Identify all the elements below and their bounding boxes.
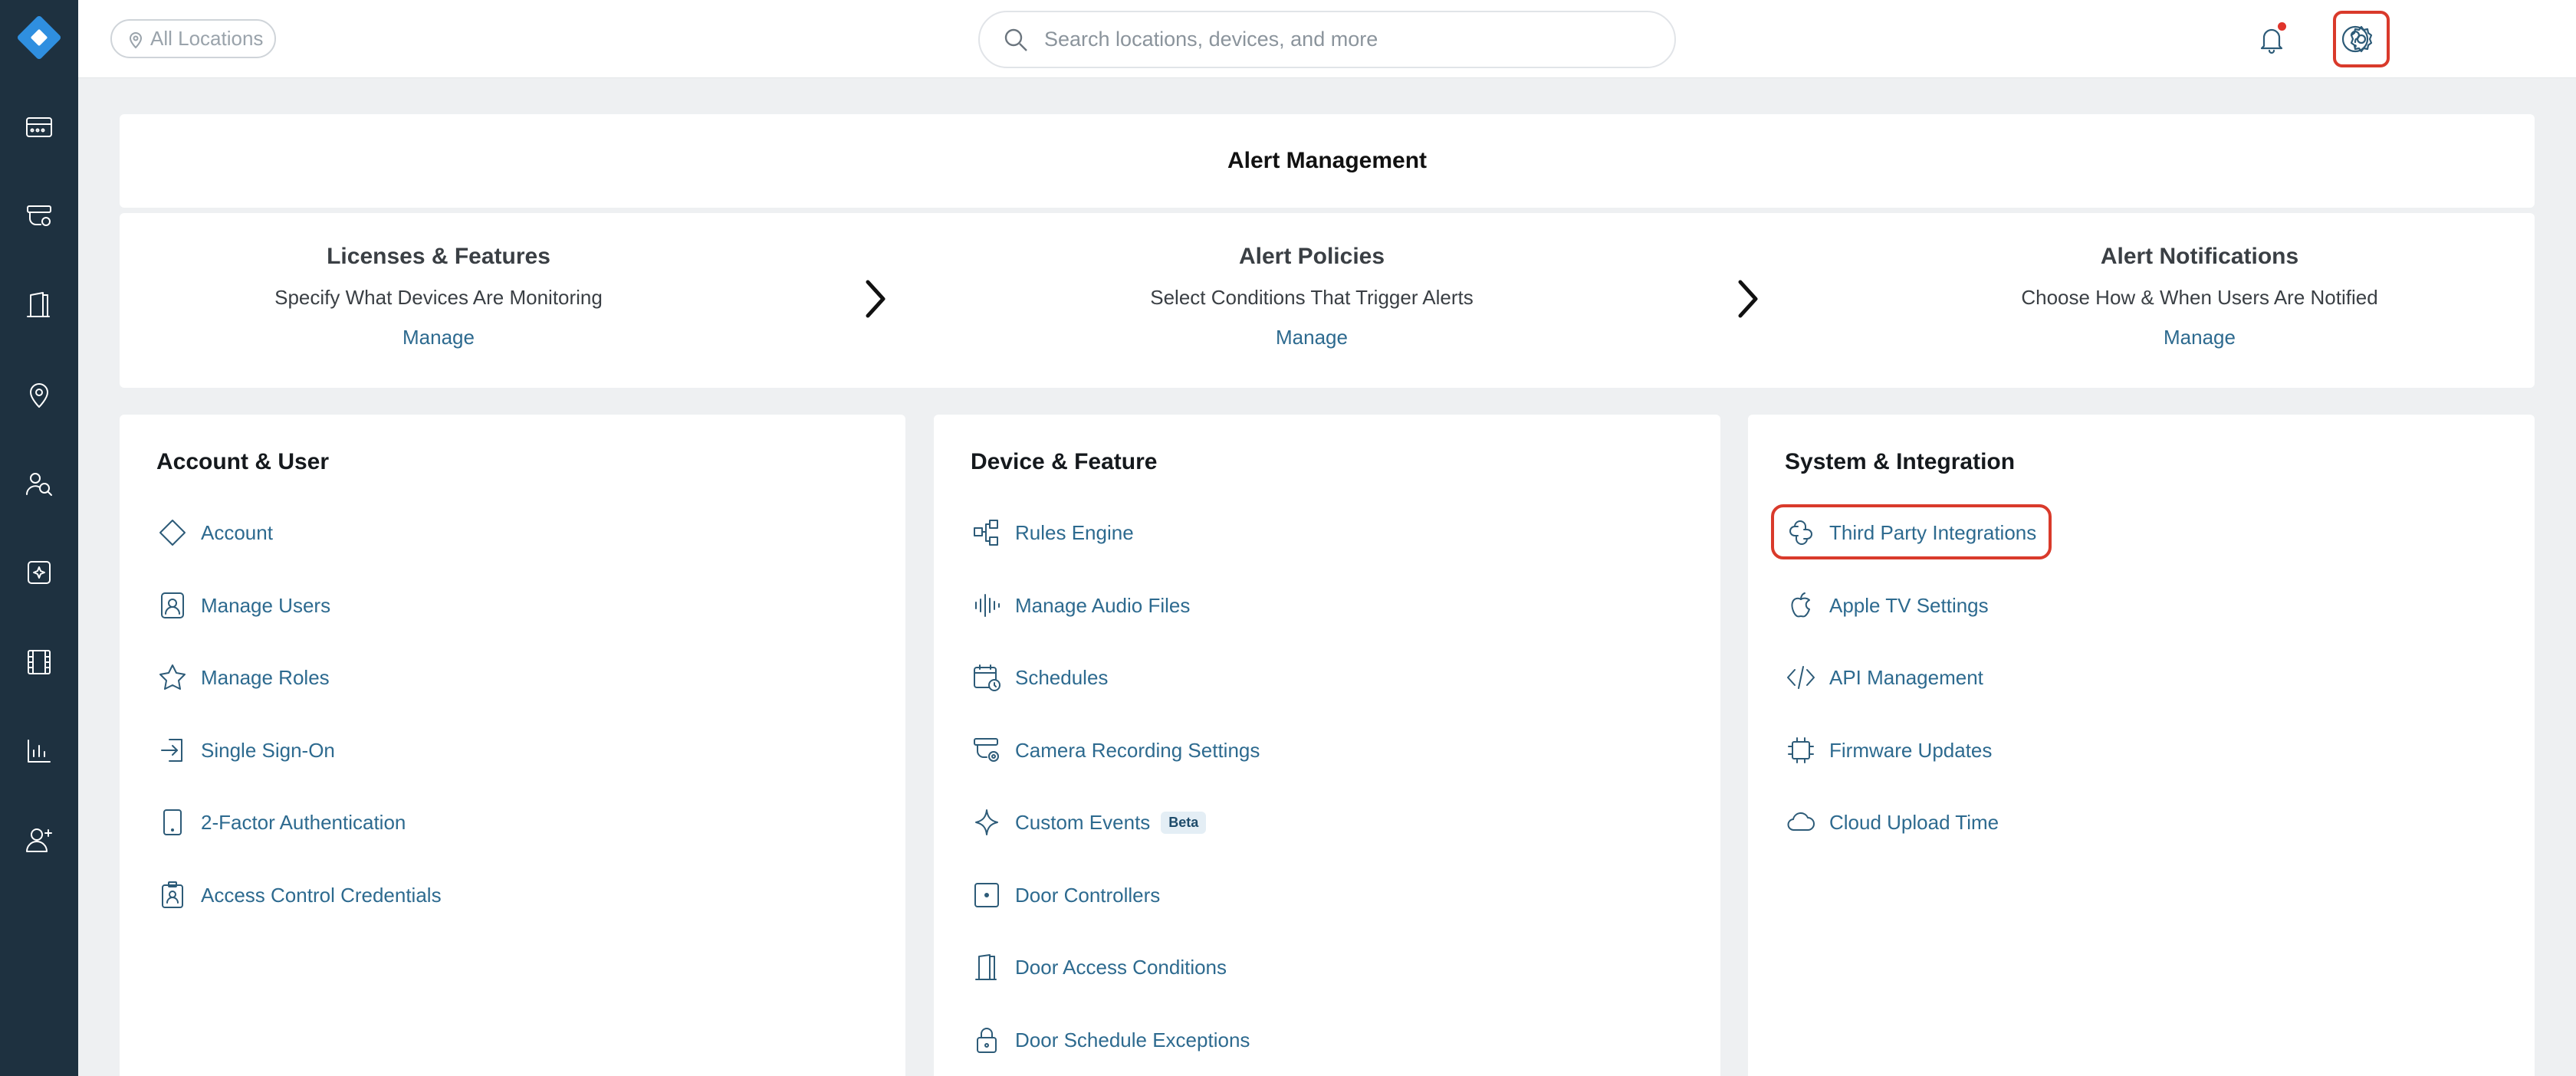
notifications-button[interactable]	[2252, 20, 2291, 58]
access-credentials-link[interactable]: Access Control Credentials	[156, 876, 442, 914]
custom-events-link[interactable]: Custom Events Beta	[971, 803, 1207, 841]
link-label: Door Access Conditions	[1015, 955, 1227, 979]
manage-users-link[interactable]: Manage Users	[156, 586, 330, 625]
sparkle-icon	[971, 806, 1003, 838]
alert-management-title: Alert Management	[120, 114, 2535, 208]
audio-wave-icon	[971, 589, 1003, 622]
badge-icon	[156, 879, 189, 911]
step-licenses: Licenses & Features Specify What Devices…	[170, 244, 707, 349]
link-label: Cloud Upload Time	[1829, 810, 1999, 834]
door-controllers-link[interactable]: Door Controllers	[971, 876, 1160, 914]
alert-management-steps: Licenses & Features Specify What Devices…	[120, 213, 2535, 388]
link-label: Rules Engine	[1015, 520, 1134, 544]
step-policies: Alert Policies Select Conditions That Tr…	[1043, 244, 1580, 349]
sidebar	[0, 0, 78, 1076]
link-label: Access Control Credentials	[201, 883, 442, 907]
settings-highlight	[2333, 11, 2390, 67]
search-icon	[1004, 28, 1027, 51]
camera-recording-link[interactable]: Camera Recording Settings	[971, 731, 1260, 769]
step-title: Alert Policies	[1238, 244, 1385, 269]
star-icon	[156, 661, 189, 694]
location-filter-label: All Locations	[150, 27, 264, 50]
third-party-highlight	[1771, 504, 2052, 559]
door-icon	[971, 951, 1003, 983]
apple-icon	[1785, 589, 1817, 622]
location-pin-icon	[129, 31, 143, 48]
step-title: Licenses & Features	[327, 244, 550, 269]
link-label: Single Sign-On	[201, 738, 335, 762]
firmware-updates-link[interactable]: Firmware Updates	[1785, 731, 1992, 769]
account-user-card: Account & User Account Manage Users Mana…	[120, 415, 905, 1076]
door-icon[interactable]	[21, 287, 58, 323]
door-access-conditions-link[interactable]: Door Access Conditions	[971, 948, 1227, 986]
card-title: Account & User	[156, 449, 330, 474]
single-sign-on-link[interactable]: Single Sign-On	[156, 731, 335, 769]
analytics-icon[interactable]	[21, 733, 58, 769]
camera-icon[interactable]	[21, 198, 58, 235]
app-logo[interactable]	[15, 13, 64, 62]
cloud-upload-time-link[interactable]: Cloud Upload Time	[1785, 803, 1999, 841]
location-filter[interactable]: All Locations	[110, 19, 276, 58]
manage-roles-link[interactable]: Manage Roles	[156, 658, 330, 697]
lock-icon	[971, 1024, 1003, 1056]
door-schedule-exceptions-link[interactable]: Door Schedule Exceptions	[971, 1021, 1250, 1059]
audio-files-link[interactable]: Manage Audio Files	[971, 586, 1190, 625]
access-control-icon[interactable]	[21, 554, 58, 591]
link-label: Apple TV Settings	[1829, 593, 1989, 617]
search-input[interactable]: Search locations, devices, and more	[978, 11, 1676, 68]
add-user-icon[interactable]	[21, 822, 58, 858]
beta-badge: Beta	[1161, 811, 1207, 834]
card-title: System & Integration	[1785, 449, 2016, 474]
link-label: API Management	[1829, 665, 1983, 689]
sign-in-icon	[156, 734, 189, 766]
user-card-icon	[156, 589, 189, 622]
cloud-icon	[1785, 806, 1817, 838]
step-description: Select Conditions That Trigger Alerts	[1150, 286, 1474, 309]
account-link[interactable]: Account	[156, 513, 273, 552]
manage-policies-link[interactable]: Manage	[1276, 326, 1348, 349]
api-management-link[interactable]: API Management	[1785, 658, 1983, 697]
link-label: Custom Events	[1015, 810, 1151, 834]
link-label: Manage Users	[201, 593, 331, 617]
chevron-right-icon	[860, 276, 891, 322]
phone-icon	[156, 806, 189, 838]
link-label: Schedules	[1015, 665, 1109, 689]
two-factor-link[interactable]: 2-Factor Authentication	[156, 803, 406, 841]
people-search-icon[interactable]	[21, 465, 58, 502]
schedules-link[interactable]: Schedules	[971, 658, 1108, 697]
link-label: Manage Roles	[201, 665, 330, 689]
device-feature-card: Device & Feature Rules Engine Manage Aud…	[934, 415, 1720, 1076]
notification-dot	[2278, 22, 2286, 31]
manage-notifications-link[interactable]: Manage	[2164, 326, 2236, 349]
rules-icon	[971, 517, 1003, 549]
calendar-clock-icon	[971, 661, 1003, 694]
top-bar: All Locations Search locations, devices,…	[78, 0, 2576, 78]
link-label: Camera Recording Settings	[1015, 738, 1260, 762]
chevron-right-icon	[1733, 276, 1763, 322]
rules-engine-link[interactable]: Rules Engine	[971, 513, 1134, 552]
card-title: Device & Feature	[971, 449, 1158, 474]
step-description: Choose How & When Users Are Notified	[2021, 286, 2378, 309]
controller-icon	[971, 879, 1003, 911]
film-icon[interactable]	[21, 644, 58, 681]
link-label: 2-Factor Authentication	[201, 810, 406, 834]
code-icon	[1785, 661, 1817, 694]
camera-settings-icon	[971, 734, 1003, 766]
diamond-icon	[156, 517, 189, 549]
step-notifications: Alert Notifications Choose How & When Us…	[1931, 244, 2468, 349]
chip-icon	[1785, 734, 1817, 766]
link-label: Door Schedule Exceptions	[1015, 1028, 1250, 1051]
manage-licenses-link[interactable]: Manage	[402, 326, 475, 349]
location-pin-icon[interactable]	[21, 376, 58, 413]
link-label: Manage Audio Files	[1015, 593, 1191, 617]
link-label: Door Controllers	[1015, 883, 1161, 907]
step-description: Specify What Devices Are Monitoring	[274, 286, 603, 309]
link-label: Account	[201, 520, 273, 544]
dashboard-icon[interactable]	[21, 109, 58, 146]
link-label: Firmware Updates	[1829, 738, 1993, 762]
step-title: Alert Notifications	[2100, 244, 2299, 269]
search-placeholder: Search locations, devices, and more	[1044, 28, 1378, 51]
apple-tv-settings-link[interactable]: Apple TV Settings	[1785, 586, 1989, 625]
